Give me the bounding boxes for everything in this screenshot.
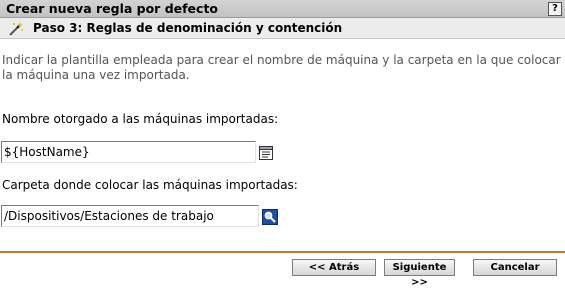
step-header: Paso 3: Reglas de denominación y contenc… <box>0 18 565 39</box>
wizard-dialog: Crear nueva regla por defecto ? Paso 3: … <box>0 0 565 297</box>
next-button[interactable]: Siguiente >> <box>384 259 455 288</box>
help-button[interactable]: ? <box>548 2 562 16</box>
machine-name-input[interactable]: ${HostName} <box>1 141 256 163</box>
step-title: Paso 3: Reglas de denominación y contenc… <box>33 21 343 35</box>
browse-magnifier-icon[interactable] <box>262 209 278 225</box>
variable-list-icon[interactable] <box>258 145 274 161</box>
machine-name-label: Nombre otorgado a las máquinas importada… <box>2 112 279 126</box>
back-button[interactable]: << Atrás <box>292 259 376 276</box>
step-description: Indicar la plantilla empleada para crear… <box>2 53 561 82</box>
folder-input[interactable]: /Dispositivos/Estaciones de trabajo <box>1 205 259 227</box>
footer-divider <box>0 251 565 253</box>
cancel-button[interactable]: Cancelar <box>473 259 557 276</box>
wand-icon <box>9 22 23 36</box>
folder-label: Carpeta donde colocar las máquinas impor… <box>2 178 298 192</box>
title-bar: Crear nueva regla por defecto ? <box>0 0 565 18</box>
window-title: Crear nueva regla por defecto <box>6 1 219 16</box>
